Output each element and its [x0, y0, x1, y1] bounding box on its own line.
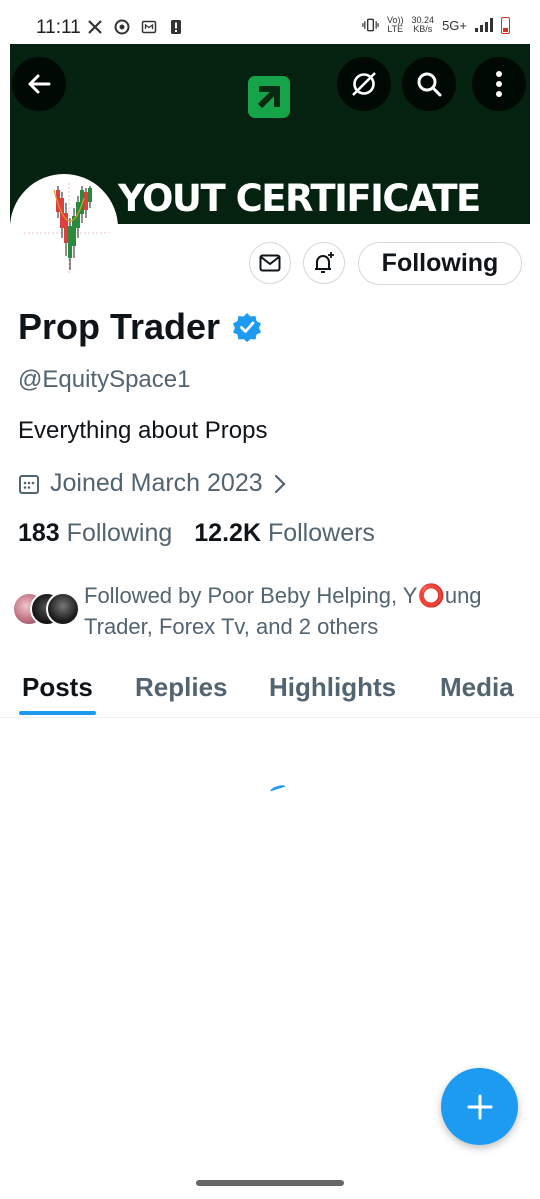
avatar[interactable]	[10, 174, 118, 282]
more-button[interactable]	[472, 57, 526, 111]
loading-spinner-icon	[269, 783, 287, 795]
candlestick-chart-image	[14, 178, 114, 278]
tab-highlights[interactable]: Highlights	[269, 672, 396, 703]
system-icons: Vo)) LTE 30.24 KB/s 5G+	[362, 16, 510, 34]
x-app-icon	[86, 18, 103, 35]
followers-label: Followers	[267, 519, 375, 547]
joined-row[interactable]: Joined March 2023	[18, 469, 287, 498]
app-notification-icon	[140, 18, 157, 35]
chevron-right-icon	[274, 474, 286, 493]
search-icon	[417, 72, 442, 97]
volte-bottom: LTE	[387, 24, 404, 34]
display-name: Prop Trader	[18, 306, 221, 347]
name-row: Prop Trader	[18, 306, 262, 348]
message-button[interactable]	[249, 242, 291, 284]
signal-icon	[475, 18, 493, 32]
verified-badge-icon[interactable]	[232, 312, 262, 342]
grok-icon	[352, 72, 376, 96]
following-count: 183	[18, 519, 60, 547]
follower-avatar	[46, 592, 80, 626]
followers-count: 12.2K	[194, 519, 261, 547]
following-label: Following	[66, 519, 173, 547]
volte-indicator: Vo)) LTE	[387, 16, 404, 34]
home-indicator[interactable]	[196, 1180, 344, 1186]
bell-plus-icon	[315, 252, 334, 273]
following-stat[interactable]: 183 Following	[18, 519, 172, 548]
follow-counts: 183 Following 12.2K Followers	[18, 519, 375, 548]
calendar-icon	[19, 474, 39, 494]
chrome-icon	[113, 18, 130, 35]
speed-unit: KB/s	[413, 24, 433, 34]
search-button[interactable]	[402, 57, 456, 111]
bio: Everything about Props	[18, 417, 268, 444]
plus-icon	[467, 1094, 492, 1119]
battery-icon	[501, 16, 510, 34]
notify-button[interactable]	[303, 242, 345, 284]
envelope-icon	[259, 254, 281, 272]
alert-icon	[167, 18, 184, 35]
status-time: 11:11	[36, 17, 81, 38]
followed-by[interactable]: Followed by Poor Beby Helping, Y⭕ung Tra…	[12, 580, 514, 642]
vibrate-icon	[362, 17, 379, 34]
active-tab-indicator	[19, 711, 96, 715]
banner-text: YOUT CERTIFICATE	[118, 177, 481, 220]
notification-icons	[86, 18, 184, 35]
joined-date: Joined March 2023	[50, 469, 263, 497]
status-bar: 11:11 Vo)) LTE 30.24 KB/s 5G+	[0, 0, 540, 44]
arrow-left-icon	[28, 74, 51, 94]
follower-facepile	[12, 592, 80, 628]
network-speed: 30.24 KB/s	[412, 16, 435, 34]
banner-logo	[248, 76, 290, 118]
compose-button[interactable]	[441, 1068, 518, 1145]
more-vertical-icon	[496, 71, 502, 97]
tab-media[interactable]: Media	[440, 672, 514, 703]
following-button[interactable]: Following	[358, 242, 522, 285]
grok-button[interactable]	[337, 57, 391, 111]
tab-replies[interactable]: Replies	[135, 672, 228, 703]
tab-posts[interactable]: Posts	[22, 672, 93, 703]
network-type: 5G+	[442, 17, 467, 33]
followed-by-text: Followed by Poor Beby Helping, Y⭕ung Tra…	[84, 583, 482, 639]
followers-stat[interactable]: 12.2K Followers	[194, 519, 375, 548]
handle: @EquitySpace1	[18, 366, 191, 393]
back-button[interactable]	[12, 57, 66, 111]
